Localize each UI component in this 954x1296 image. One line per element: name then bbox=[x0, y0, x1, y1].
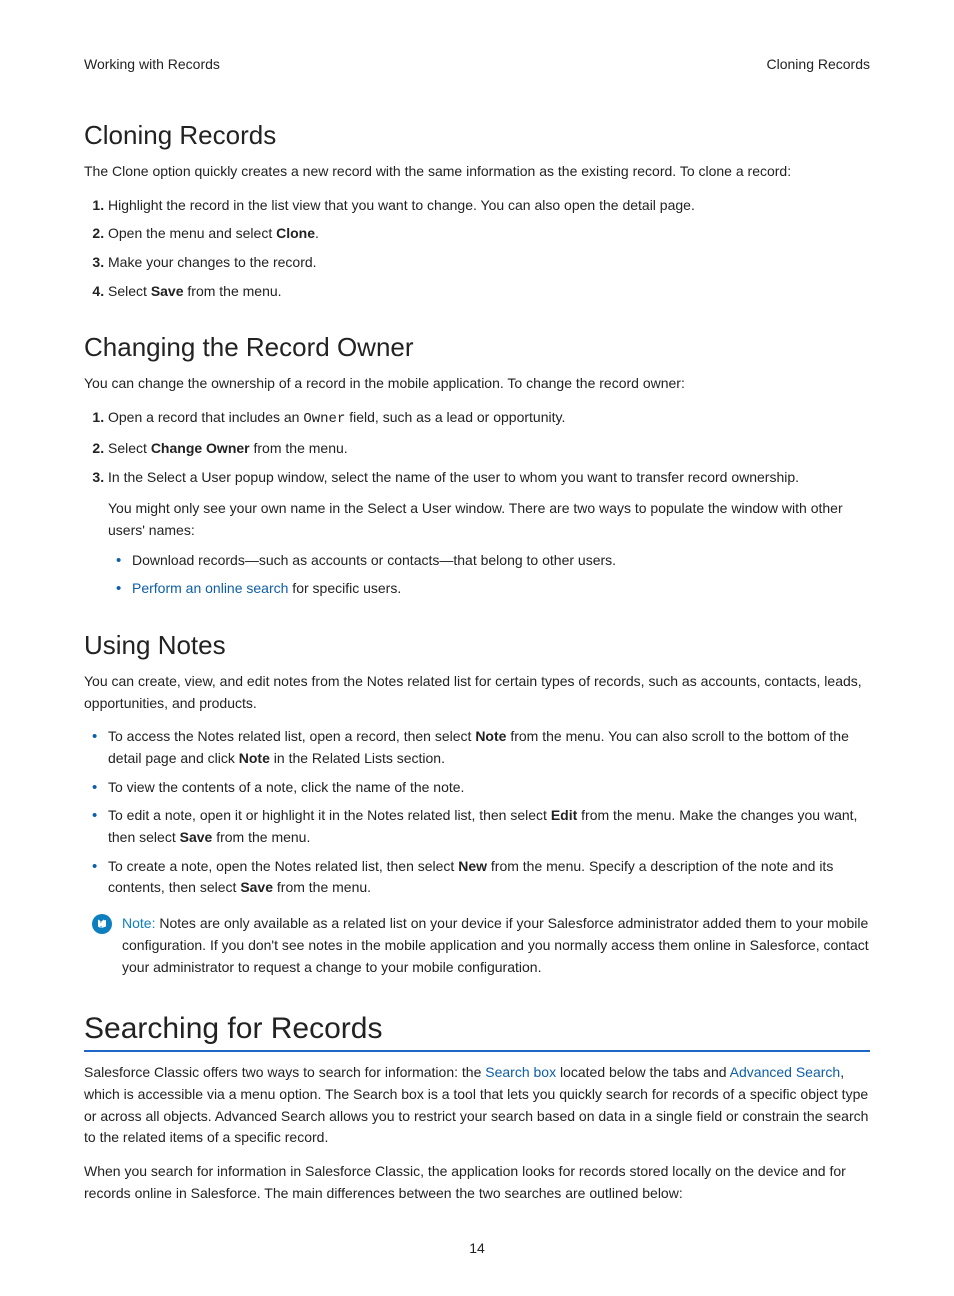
text: from the menu. bbox=[184, 283, 282, 299]
header-left: Working with Records bbox=[84, 56, 220, 72]
bold-text: Edit bbox=[551, 807, 577, 823]
note-text: Note: Notes are only available as a rela… bbox=[122, 913, 870, 978]
text: field, such as a lead or opportunity. bbox=[345, 409, 565, 425]
document-page: Working with Records Cloning Records Clo… bbox=[0, 0, 954, 1296]
note-icon bbox=[92, 914, 112, 934]
page-number: 14 bbox=[84, 1240, 870, 1256]
note-callout: Note: Notes are only available as a rela… bbox=[84, 913, 870, 978]
text: Select bbox=[108, 283, 151, 299]
searching-p2: When you search for information in Sales… bbox=[84, 1161, 870, 1204]
owner-sub-bullets: Download records—such as accounts or con… bbox=[108, 550, 870, 600]
bold-text: Save bbox=[240, 879, 273, 895]
text: from the menu. bbox=[273, 879, 371, 895]
text: from the menu. bbox=[212, 829, 310, 845]
code-text: Owner bbox=[303, 411, 345, 427]
notes-bullet-4: To create a note, open the Notes related… bbox=[108, 856, 870, 899]
cloning-intro: The Clone option quickly creates a new r… bbox=[84, 161, 870, 183]
notes-bullet-1: To access the Notes related list, open a… bbox=[108, 726, 870, 769]
text: Open a record that includes an bbox=[108, 409, 303, 425]
heading-searching-for-records: Searching for Records bbox=[84, 1012, 870, 1052]
text: To edit a note, open it or highlight it … bbox=[108, 807, 551, 823]
text: To access the Notes related list, open a… bbox=[108, 728, 475, 744]
owner-steps: Open a record that includes an Owner fie… bbox=[84, 407, 870, 600]
bold-text: Note bbox=[239, 750, 270, 766]
text: from the menu. bbox=[250, 440, 348, 456]
text: in the Related Lists section. bbox=[270, 750, 445, 766]
text: Open the menu and select bbox=[108, 225, 276, 241]
link-search-box[interactable]: Search box bbox=[485, 1064, 556, 1080]
cloning-step-1: Highlight the record in the list view th… bbox=[108, 195, 870, 217]
heading-using-notes: Using Notes bbox=[84, 630, 870, 661]
owner-sub-2: Perform an online search for specific us… bbox=[132, 578, 870, 600]
cloning-step-2: Open the menu and select Clone. bbox=[108, 223, 870, 245]
text: To create a note, open the Notes related… bbox=[108, 858, 458, 874]
notes-intro: You can create, view, and edit notes fro… bbox=[84, 671, 870, 714]
owner-sub-1: Download records—such as accounts or con… bbox=[132, 550, 870, 572]
heading-cloning-records: Cloning Records bbox=[84, 120, 870, 151]
text: located below the tabs and bbox=[556, 1064, 730, 1080]
text: In the Select a User popup window, selec… bbox=[108, 469, 799, 485]
notes-bullet-3: To edit a note, open it or highlight it … bbox=[108, 805, 870, 848]
notes-bullets: To access the Notes related list, open a… bbox=[84, 726, 870, 899]
owner-step-3: In the Select a User popup window, selec… bbox=[108, 467, 870, 600]
bold-text: New bbox=[458, 858, 487, 874]
header-right: Cloning Records bbox=[767, 56, 871, 72]
bold-text: Note bbox=[475, 728, 506, 744]
owner-step-3-sub: You might only see your own name in the … bbox=[108, 498, 870, 541]
link-perform-online-search[interactable]: Perform an online search bbox=[132, 580, 288, 596]
bold-text: Save bbox=[180, 829, 213, 845]
running-header: Working with Records Cloning Records bbox=[84, 56, 870, 72]
text: . bbox=[315, 225, 319, 241]
owner-step-1: Open a record that includes an Owner fie… bbox=[108, 407, 870, 431]
owner-intro: You can change the ownership of a record… bbox=[84, 373, 870, 395]
text: Select bbox=[108, 440, 151, 456]
bold-text: Save bbox=[151, 283, 184, 299]
bold-text: Change Owner bbox=[151, 440, 250, 456]
text: Salesforce Classic offers two ways to se… bbox=[84, 1064, 485, 1080]
cloning-step-4: Select Save from the menu. bbox=[108, 281, 870, 303]
link-advanced-search[interactable]: Advanced Search bbox=[730, 1064, 841, 1080]
notes-bullet-2: To view the contents of a note, click th… bbox=[108, 777, 870, 799]
bold-text: Clone bbox=[276, 225, 315, 241]
cloning-step-3: Make your changes to the record. bbox=[108, 252, 870, 274]
cloning-steps: Highlight the record in the list view th… bbox=[84, 195, 870, 303]
note-label: Note: bbox=[122, 915, 155, 931]
owner-step-2: Select Change Owner from the menu. bbox=[108, 438, 870, 460]
searching-p1: Salesforce Classic offers two ways to se… bbox=[84, 1062, 870, 1149]
note-body: Notes are only available as a related li… bbox=[122, 915, 869, 974]
heading-changing-owner: Changing the Record Owner bbox=[84, 332, 870, 363]
text: for specific users. bbox=[288, 580, 401, 596]
